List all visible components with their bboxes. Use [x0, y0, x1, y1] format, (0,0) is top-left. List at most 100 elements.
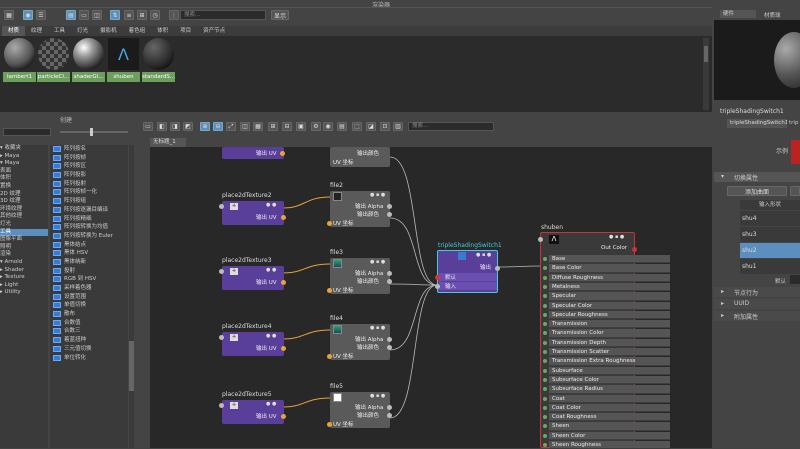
- place2d-texture-node[interactable]: place2dTexture5 ✛ ● ● 输出 UV: [219, 391, 286, 424]
- attr-input-pin[interactable]: [543, 387, 547, 392]
- shape-list-item[interactable]: shu3: [740, 227, 800, 242]
- shader-attribute-row[interactable]: Transmission: [543, 320, 670, 329]
- place2d-texture-node[interactable]: place2dTexture2 ✛ ● ● 输出 UV: [219, 192, 286, 225]
- graph-tool-icon[interactable]: ◪: [366, 122, 376, 131]
- attr-input-pin[interactable]: [543, 284, 547, 289]
- graph-tool-icon[interactable]: ⊟: [282, 122, 292, 131]
- shader-attribute-row[interactable]: Subsurface Radius: [543, 385, 670, 394]
- shader-attribute-row[interactable]: Coat Roughness: [543, 413, 670, 422]
- default-field[interactable]: [790, 275, 800, 284]
- out-color-pin[interactable]: [387, 413, 392, 418]
- attribute-tab[interactable]: tripleShadingSwitch1: [727, 119, 787, 128]
- add-surface-button[interactable]: 添加曲面: [727, 186, 787, 196]
- file-texture-node[interactable]: file2 ● ▪ ● 输出 Alpha 输出颜色 UV 坐标: [327, 182, 392, 227]
- uv-coord-pin[interactable]: [327, 422, 332, 427]
- uv-coord-pin[interactable]: [327, 221, 332, 226]
- attribute-section[interactable]: ▸ UUID: [714, 299, 800, 309]
- material-swatch[interactable]: lambert1: [3, 37, 36, 82]
- shader-attribute-row[interactable]: Sheen: [543, 422, 670, 431]
- shape-list-item[interactable]: shu1: [740, 259, 800, 274]
- graph-tool-icon[interactable]: ⊖: [213, 122, 223, 131]
- place2d-texture-node[interactable]: place2dTexture3 ✛ ● ● 输出 UV: [219, 257, 286, 290]
- graph-tool-icon[interactable]: ⊞: [268, 122, 278, 131]
- material-swatch[interactable]: Λshuben: [107, 37, 140, 82]
- shader-attribute-row[interactable]: Subsurface: [543, 366, 670, 375]
- attr-input-pin[interactable]: [543, 275, 547, 280]
- shuben-out-pin[interactable]: [632, 247, 637, 252]
- graph-tool-icon[interactable]: ⤢: [226, 122, 236, 131]
- out-color-pin[interactable]: [387, 279, 392, 284]
- switch-default-pin[interactable]: [435, 275, 440, 280]
- graph-tool-icon[interactable]: ◫: [240, 122, 250, 131]
- switch-out-pin[interactable]: [495, 266, 500, 271]
- attr-input-pin[interactable]: [543, 331, 547, 336]
- attribute-tab-2[interactable]: trip: [789, 119, 800, 128]
- switch-section-header[interactable]: ▾ 切换属性: [714, 172, 800, 182]
- shader-attribute-row[interactable]: Metalness: [543, 282, 670, 292]
- switch-input-pin[interactable]: [435, 284, 440, 289]
- file-texture-node[interactable]: file3 ● ▪ ● 输出 Alpha 输出颜色 UV 坐标: [327, 249, 392, 294]
- material-swatch[interactable]: shaderGl...: [72, 37, 105, 82]
- shader-attribute-row[interactable]: Transmission Color: [543, 329, 670, 338]
- attr-input-pin[interactable]: [543, 443, 547, 447]
- graph-tool-icon[interactable]: ⊕: [200, 122, 210, 131]
- attr-input-pin[interactable]: [543, 359, 547, 364]
- attr-input-pin[interactable]: [543, 424, 547, 429]
- triple-shading-switch-node[interactable]: tripleShadingSwitch1 ● ▪ ● 输出 默认 输入: [435, 242, 502, 293]
- place2d-texture-node[interactable]: place2dTexture4 ✛ ● ● 输出 UV: [219, 323, 286, 356]
- shuben-in-pin[interactable]: [538, 237, 543, 242]
- in-pin[interactable]: [219, 269, 224, 274]
- uv-coord-pin[interactable]: [327, 288, 332, 293]
- shader-attribute-row[interactable]: Specular: [543, 292, 670, 301]
- in-pin[interactable]: [219, 335, 224, 340]
- shader-attribute-row[interactable]: Specular Color: [543, 301, 670, 310]
- attribute-section[interactable]: ▸ 节点行为: [714, 287, 800, 297]
- shader-attribute-row[interactable]: Sheen Color: [543, 431, 670, 441]
- attr-input-pin[interactable]: [543, 405, 547, 410]
- file-texture-node[interactable]: file4 ● ▪ ● 输出 Alpha 输出颜色 UV 坐标: [327, 315, 392, 360]
- shader-attribute-row[interactable]: Coat: [543, 394, 670, 403]
- shader-attribute-row[interactable]: Transmission Extra Roughness: [543, 357, 670, 366]
- attr-input-pin[interactable]: [543, 415, 547, 420]
- shader-attribute-row[interactable]: Base Color: [543, 264, 670, 273]
- graph-tool-icon[interactable]: ▣: [296, 122, 306, 131]
- graph-tool-icon[interactable]: ▦: [253, 122, 263, 131]
- shape-list-item[interactable]: shu2: [740, 243, 800, 258]
- attr-input-pin[interactable]: [543, 340, 547, 345]
- out-alpha-pin[interactable]: [387, 405, 392, 410]
- attr-input-pin[interactable]: [543, 257, 547, 261]
- file-texture-node[interactable]: file5 ● ▪ ● 输出 Alpha 输出颜色 UV 坐标: [327, 383, 392, 428]
- shuben-node[interactable]: shuben Λ ● ▪ ● Out Color Base Base Color D…: [538, 224, 670, 449]
- attr-input-pin[interactable]: [543, 322, 547, 327]
- graph-tool-icon[interactable]: ◧: [157, 122, 167, 131]
- out-alpha-pin[interactable]: [387, 271, 392, 276]
- material-swatch[interactable]: standardS...: [142, 37, 175, 82]
- out-uv-pin[interactable]: [281, 346, 286, 351]
- shader-attribute-row[interactable]: Coat Color: [543, 403, 670, 413]
- attr-input-pin[interactable]: [543, 266, 547, 271]
- place2d-node-top[interactable]: 输出 UV: [222, 147, 285, 159]
- attr-input-pin[interactable]: [543, 377, 547, 382]
- out-uv-pin[interactable]: [280, 151, 285, 156]
- shader-attribute-row[interactable]: Transmission Depth: [543, 338, 670, 348]
- in-pin[interactable]: [219, 204, 224, 209]
- attribute-section[interactable]: ▸ 附加属性: [714, 311, 800, 321]
- attr-input-pin[interactable]: [543, 368, 547, 373]
- out-alpha-pin[interactable]: [387, 337, 392, 342]
- uv-coord-pin[interactable]: [327, 354, 332, 359]
- out-uv-pin[interactable]: [281, 215, 286, 220]
- graph-tool-icon[interactable]: ⊡: [380, 122, 390, 131]
- render-mode-select[interactable]: 硬件: [720, 10, 756, 18]
- graph-tool-icon[interactable]: ◩: [183, 122, 193, 131]
- shader-attribute-row[interactable]: Specular Roughness: [543, 310, 670, 320]
- material-swatch[interactable]: particleCl...: [37, 37, 70, 82]
- graph-tool-icon[interactable]: ◉: [323, 122, 333, 131]
- shape-list-item[interactable]: shu4: [740, 211, 800, 226]
- file-node-top[interactable]: 输出颜色 UV 坐标: [330, 147, 390, 167]
- extra-button[interactable]: [790, 186, 800, 196]
- in-pin[interactable]: [219, 403, 224, 408]
- out-color-pin[interactable]: [387, 345, 392, 350]
- shader-attribute-row[interactable]: Subsurface Color: [543, 375, 670, 385]
- out-alpha-pin[interactable]: [387, 204, 392, 209]
- graph-tool-icon[interactable]: ⬚: [352, 122, 362, 131]
